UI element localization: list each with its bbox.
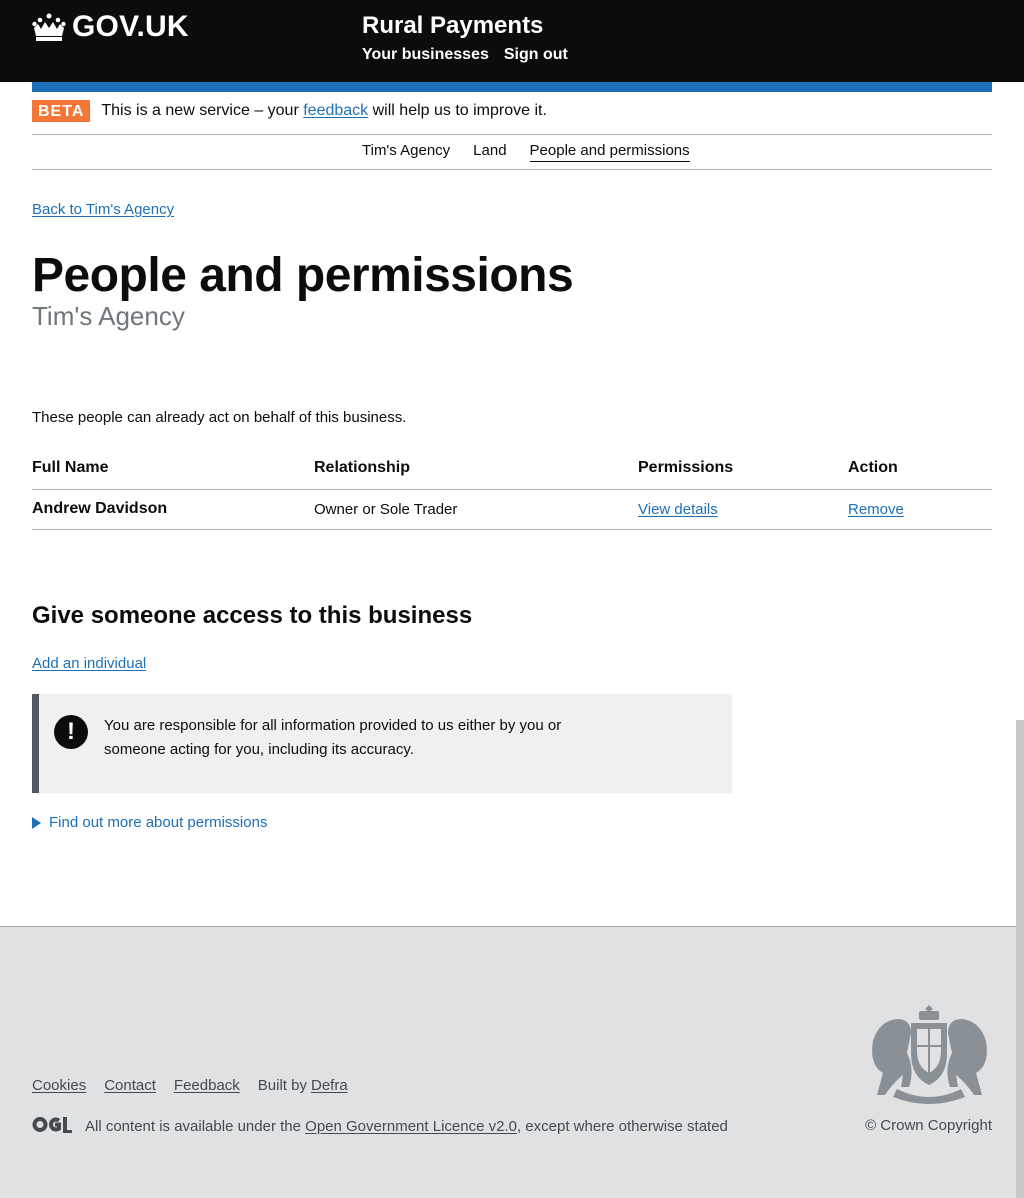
page-scrollbar[interactable] (1016, 720, 1024, 1198)
warning-text: You are responsible for all information … (104, 717, 562, 758)
triangle-right-icon (32, 816, 41, 829)
intro-text: These people can already act on behalf o… (32, 409, 407, 426)
details-summary: Find out more about permissions (49, 814, 268, 831)
royal-coat-of-arms-icon (867, 1001, 992, 1110)
phase-banner: BETA This is a new service – your feedba… (32, 100, 992, 135)
permissions-details-toggle[interactable]: Find out more about permissions (32, 814, 267, 831)
logo-text: GOV.UK (72, 10, 189, 43)
phase-text-after: will help us to improve it. (372, 102, 547, 119)
beta-tag: BETA (32, 100, 91, 122)
back-link[interactable]: Back to Tim's Agency (32, 201, 174, 218)
add-individual-link[interactable]: Add an individual (32, 655, 146, 672)
nav-your-businesses[interactable]: Your businesses (362, 46, 489, 64)
warning-callout: ! You are responsible for all informatio… (32, 694, 732, 793)
person-name: Andrew Davidson (32, 489, 314, 530)
feedback-link[interactable]: feedback (303, 102, 368, 119)
header-blue-bar (32, 82, 992, 92)
service-name-link[interactable]: Rural Payments (362, 12, 543, 40)
people-table: Full Name Relationship Permissions Actio… (32, 448, 992, 530)
subnav-business[interactable]: Tim's Agency (362, 142, 450, 162)
licence-line: All content is available under the Open … (32, 1116, 728, 1137)
view-details-link[interactable]: View details (638, 501, 718, 518)
crown-copyright-link[interactable]: © Crown Copyright (865, 1117, 992, 1134)
licence-text-before: All content is available under the (85, 1118, 301, 1135)
subnav-land[interactable]: Land (473, 142, 506, 162)
footer-links: Cookies Contact Feedback Built by Defra (32, 1077, 366, 1094)
govuk-logo-link[interactable]: GOV.UK (32, 10, 189, 44)
licence-text-after: , except where otherwise stated (516, 1118, 728, 1135)
ogl-logo-icon (32, 1116, 73, 1137)
nav-sign-out[interactable]: Sign out (504, 46, 568, 64)
footer-link-cookies[interactable]: Cookies (32, 1077, 86, 1094)
business-subnav: Tim's Agency Land People and permissions (32, 135, 992, 170)
header-full-name: Full Name (32, 448, 314, 490)
footer-link-contact[interactable]: Contact (104, 1077, 156, 1094)
person-relationship: Owner or Sole Trader (314, 489, 638, 530)
table-header-row: Full Name Relationship Permissions Actio… (32, 448, 992, 490)
header-permissions: Permissions (638, 448, 848, 490)
header-relationship: Relationship (314, 448, 638, 490)
crown-icon (32, 12, 66, 42)
footer-link-feedback[interactable]: Feedback (174, 1077, 240, 1094)
phase-text-before: This is a new service – your (101, 102, 299, 119)
exclamation-icon: ! (54, 715, 88, 749)
header-nav: Your businesses Sign out (362, 46, 583, 64)
footer-link-defra[interactable]: Defra (311, 1077, 348, 1094)
site-footer: Cookies Contact Feedback Built by Defra … (0, 926, 1024, 1198)
page-title: People and permissions (32, 249, 574, 302)
subnav-people-and-permissions[interactable]: People and permissions (529, 142, 690, 162)
site-header: GOV.UK Rural Payments Your businesses Si… (0, 0, 1024, 82)
ogl-licence-link[interactable]: Open Government Licence v2.0 (305, 1118, 517, 1135)
page-caption: Tim's Agency (32, 301, 185, 331)
table-row: Andrew Davidson Owner or Sole Trader Vie… (32, 489, 992, 530)
header-action: Action (848, 448, 992, 490)
remove-link[interactable]: Remove (848, 501, 904, 518)
built-by-text: Built by (257, 1077, 307, 1094)
phase-text: This is a new service – your feedback wi… (101, 99, 547, 123)
give-access-heading: Give someone access to this business (32, 602, 473, 629)
